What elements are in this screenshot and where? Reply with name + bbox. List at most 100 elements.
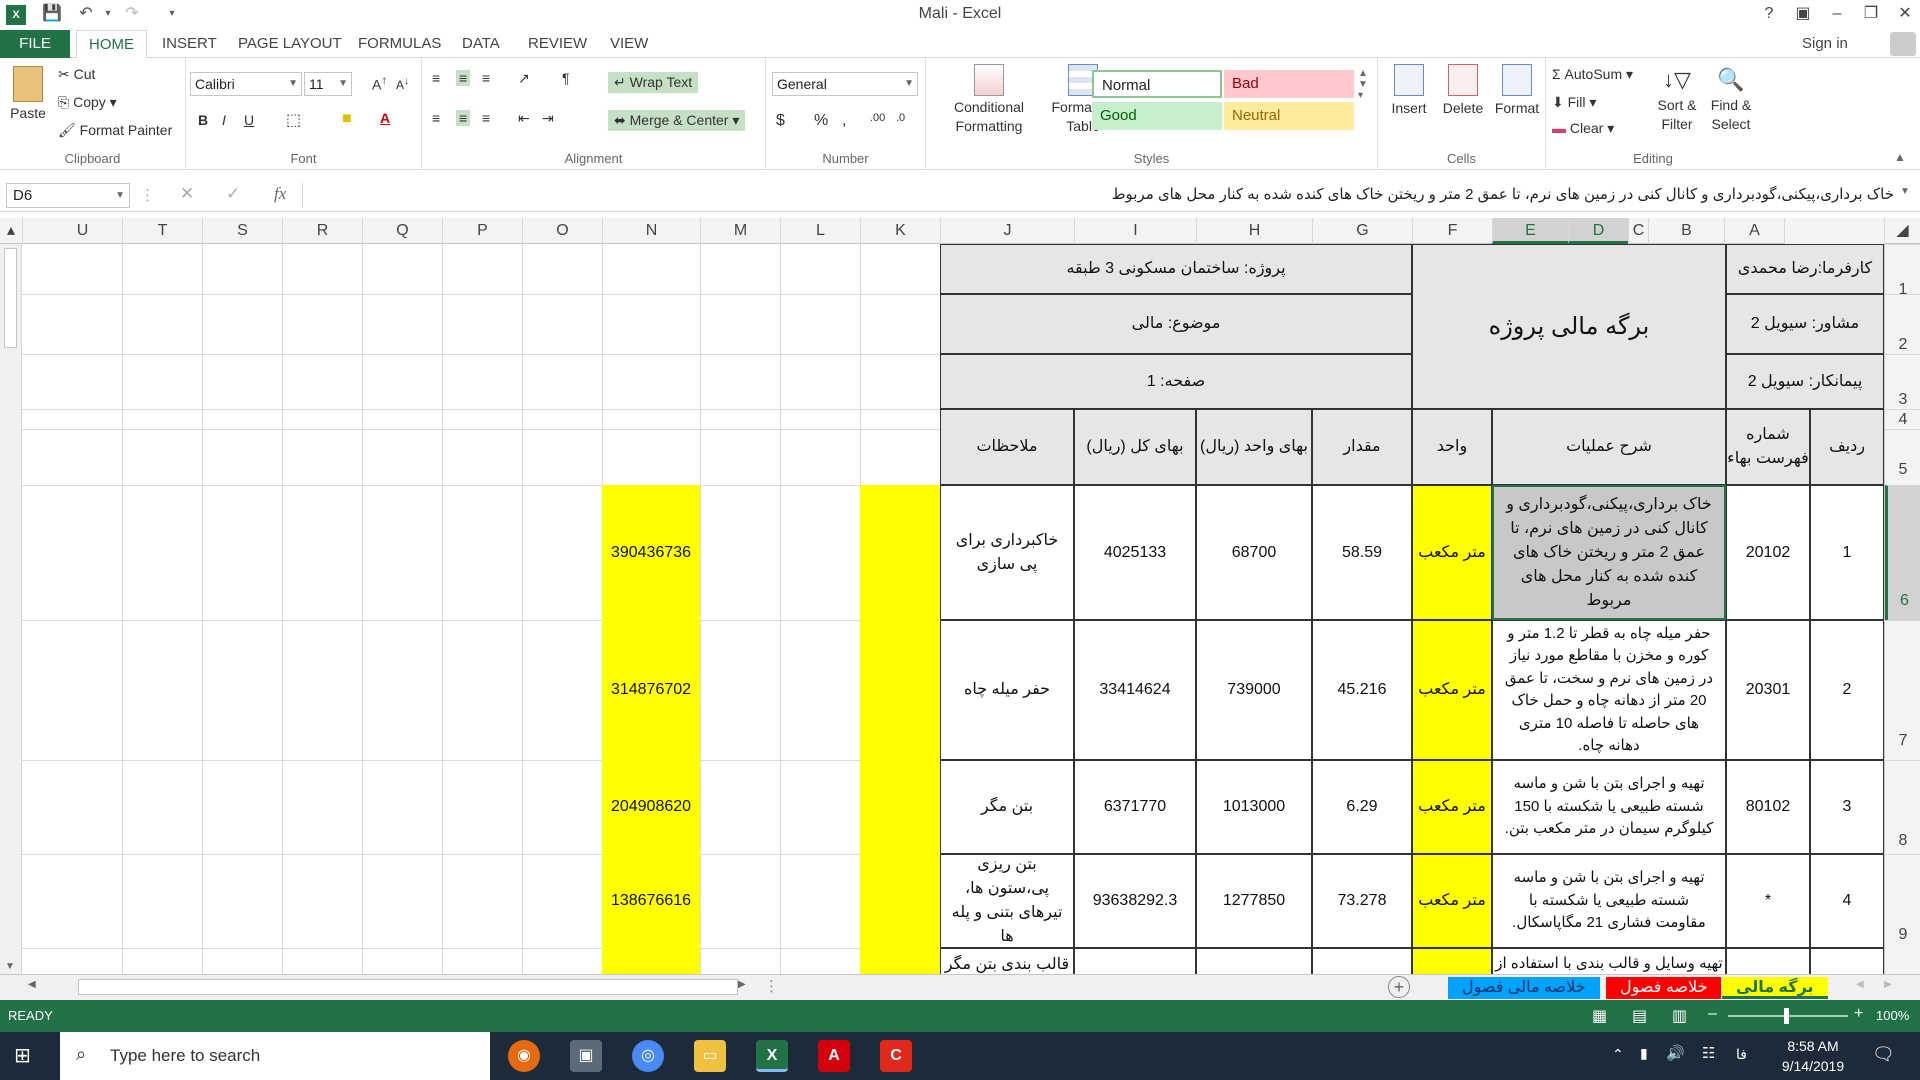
- cell-code-3[interactable]: 80102: [1726, 760, 1810, 854]
- cell-n9[interactable]: 138676616: [602, 854, 700, 948]
- cell-qty-1[interactable]: 58.59: [1312, 485, 1412, 620]
- font-color-button[interactable]: A: [380, 110, 390, 126]
- tab-home[interactable]: HOME: [76, 30, 147, 59]
- cell-total-2[interactable]: 33414624: [1074, 620, 1196, 760]
- decrease-decimal-button[interactable]: .0: [896, 112, 905, 124]
- cell-notes-1[interactable]: خاکبرداری برای پی سازی: [940, 485, 1074, 620]
- underline-button[interactable]: U: [244, 112, 254, 128]
- page-layout-view-icon[interactable]: ▤: [1632, 1006, 1647, 1026]
- col-header-g[interactable]: G: [1312, 218, 1412, 244]
- close-icon[interactable]: ✕: [1890, 3, 1920, 25]
- scroll-right-arrow-icon[interactable]: ▶: [738, 979, 746, 990]
- borders-button[interactable]: ⬚: [286, 110, 301, 130]
- tab-insert[interactable]: INSERT: [150, 30, 229, 58]
- cell-description-5[interactable]: تهیه وسایل و قالب بندی با استفاده از: [1492, 948, 1726, 974]
- tab-view[interactable]: VIEW: [598, 30, 660, 58]
- scroll-left-arrow-icon[interactable]: ◀: [28, 979, 36, 990]
- chrome-icon[interactable]: ◎: [632, 1040, 664, 1072]
- taskbar-clock[interactable]: 8:58 AM 9/14/2019: [1768, 1036, 1858, 1076]
- cell-row-2[interactable]: 2: [1810, 620, 1884, 760]
- excel-taskbar-icon[interactable]: X: [756, 1040, 788, 1072]
- acrobat-icon[interactable]: A: [818, 1040, 850, 1072]
- cell-total-5[interactable]: [1074, 948, 1196, 974]
- file-explorer-icon[interactable]: ▭: [694, 1040, 726, 1072]
- row-header-2[interactable]: 2: [1885, 294, 1920, 354]
- name-box[interactable]: D6 ▼: [6, 183, 130, 208]
- col-header-m[interactable]: M: [700, 218, 780, 244]
- col-heading-quantity[interactable]: مقدار: [1312, 409, 1412, 485]
- video-editor-icon[interactable]: ▣: [570, 1040, 602, 1072]
- show-hidden-icons-icon[interactable]: ⌃: [1612, 1046, 1624, 1063]
- font-size-combo[interactable]: 11 ▼: [304, 72, 352, 96]
- col-heading-row[interactable]: ردیف: [1810, 409, 1884, 485]
- normal-view-icon[interactable]: ▦: [1592, 1006, 1607, 1026]
- camtasia-icon[interactable]: C: [880, 1040, 912, 1072]
- format-cells-button[interactable]: Format: [1490, 64, 1544, 116]
- autosum-button[interactable]: Σ AutoSum ▾: [1552, 66, 1633, 83]
- cell-unit-3[interactable]: متر مکعب: [1412, 760, 1492, 854]
- col-heading-total[interactable]: بهای کل (ریال): [1074, 409, 1196, 485]
- select-all-corner[interactable]: ◢: [1884, 218, 1920, 244]
- col-header-i[interactable]: I: [1074, 218, 1196, 244]
- col-heading-notes[interactable]: ملاحظات: [940, 409, 1074, 485]
- middle-align-button[interactable]: ≡: [456, 70, 471, 86]
- tab-file[interactable]: FILE: [0, 30, 70, 58]
- sheet-tab-summary-chapters[interactable]: خلاصه فصول: [1606, 977, 1722, 999]
- subject-cell[interactable]: موضوع: مالی: [940, 294, 1412, 354]
- cell-unit-price-1[interactable]: 68700: [1196, 485, 1312, 620]
- font-name-combo[interactable]: Calibri ▼: [190, 72, 302, 96]
- col-header-f[interactable]: F: [1412, 218, 1492, 244]
- employer-cell[interactable]: کارفرما:رضا محمدی: [1726, 244, 1884, 294]
- cell-unit-4[interactable]: متر مکعب: [1412, 854, 1492, 948]
- row-header-1[interactable]: 1: [1885, 244, 1920, 298]
- col-header-r[interactable]: R: [282, 218, 362, 244]
- col-heading-price-list[interactable]: شماره فهرست بهاء: [1726, 409, 1810, 485]
- top-align-button[interactable]: ≡: [432, 70, 440, 86]
- col-header-a[interactable]: A: [1724, 218, 1784, 244]
- ribbon-display-icon[interactable]: ▣: [1788, 3, 1818, 25]
- col-header-p[interactable]: P: [442, 218, 522, 244]
- cell-notes-3[interactable]: بتن مگر: [940, 760, 1074, 854]
- col-header-o[interactable]: O: [522, 218, 602, 244]
- page-number-cell[interactable]: صفحه: 1: [940, 354, 1412, 409]
- enter-icon[interactable]: ✓: [226, 184, 240, 204]
- cell-unit-price-5[interactable]: [1196, 948, 1312, 974]
- styles-scroll-icon[interactable]: ▲ ▼ ▾: [1358, 68, 1368, 101]
- shrink-font-button[interactable]: A↓: [396, 76, 409, 92]
- scroll-up-arrow-icon[interactable]: ▴: [0, 218, 22, 244]
- currency-button[interactable]: $: [776, 112, 785, 130]
- windows-start-icon[interactable]: ⊞: [14, 1044, 38, 1068]
- cell-notes-2[interactable]: حفر میله چاه: [940, 620, 1074, 760]
- cancel-icon[interactable]: ✕: [180, 184, 194, 204]
- col-header-t[interactable]: T: [122, 218, 202, 244]
- cell-row-5[interactable]: [1810, 948, 1884, 974]
- sort-filter-button[interactable]: ↓▽ Sort & Filter: [1652, 64, 1702, 134]
- cell-unit-price-2[interactable]: 739000: [1196, 620, 1312, 760]
- cell-n8[interactable]: 204908620: [602, 760, 700, 854]
- cell-unit-price-3[interactable]: 1013000: [1196, 760, 1312, 854]
- style-good[interactable]: Good: [1092, 102, 1222, 130]
- col-header-c[interactable]: C: [1628, 218, 1648, 244]
- sign-in-link[interactable]: Sign in: [1790, 30, 1860, 58]
- row-header-3[interactable]: 3: [1885, 354, 1920, 409]
- tab-formulas[interactable]: FORMULAS: [346, 30, 453, 58]
- col-header-h[interactable]: H: [1196, 218, 1312, 244]
- next-sheet-arrow-icon[interactable]: ▶: [1884, 979, 1892, 990]
- spreadsheet-grid[interactable]: 390436736 314876702 204908620 138676616 …: [22, 244, 1884, 974]
- sheet-tab-finance[interactable]: برگه مالی: [1722, 977, 1828, 999]
- italic-button[interactable]: I: [222, 112, 226, 128]
- cell-notes-5[interactable]: قالب بندی بتن مگر و: [940, 948, 1074, 974]
- paragraph-direction-button[interactable]: ¶: [562, 70, 570, 86]
- bold-button[interactable]: B: [198, 112, 208, 128]
- page-break-view-icon[interactable]: ▥: [1672, 1006, 1687, 1026]
- cell-description-2[interactable]: حفر میله چاه به قطر تا 1.2 متر و کوره و …: [1492, 620, 1726, 760]
- minimize-icon[interactable]: –: [1822, 3, 1852, 25]
- project-name-cell[interactable]: پروژه: ساختمان مسکونی 3 طبقه: [940, 244, 1412, 294]
- col-header-j[interactable]: J: [940, 218, 1074, 244]
- increase-indent-button[interactable]: ⇥: [542, 110, 554, 127]
- decrease-indent-button[interactable]: ⇤: [518, 110, 530, 127]
- tab-data[interactable]: DATA: [450, 30, 512, 58]
- delete-cells-button[interactable]: Delete: [1436, 64, 1490, 116]
- row-header-8[interactable]: 8: [1885, 760, 1920, 854]
- bottom-align-button[interactable]: ≡: [482, 70, 490, 86]
